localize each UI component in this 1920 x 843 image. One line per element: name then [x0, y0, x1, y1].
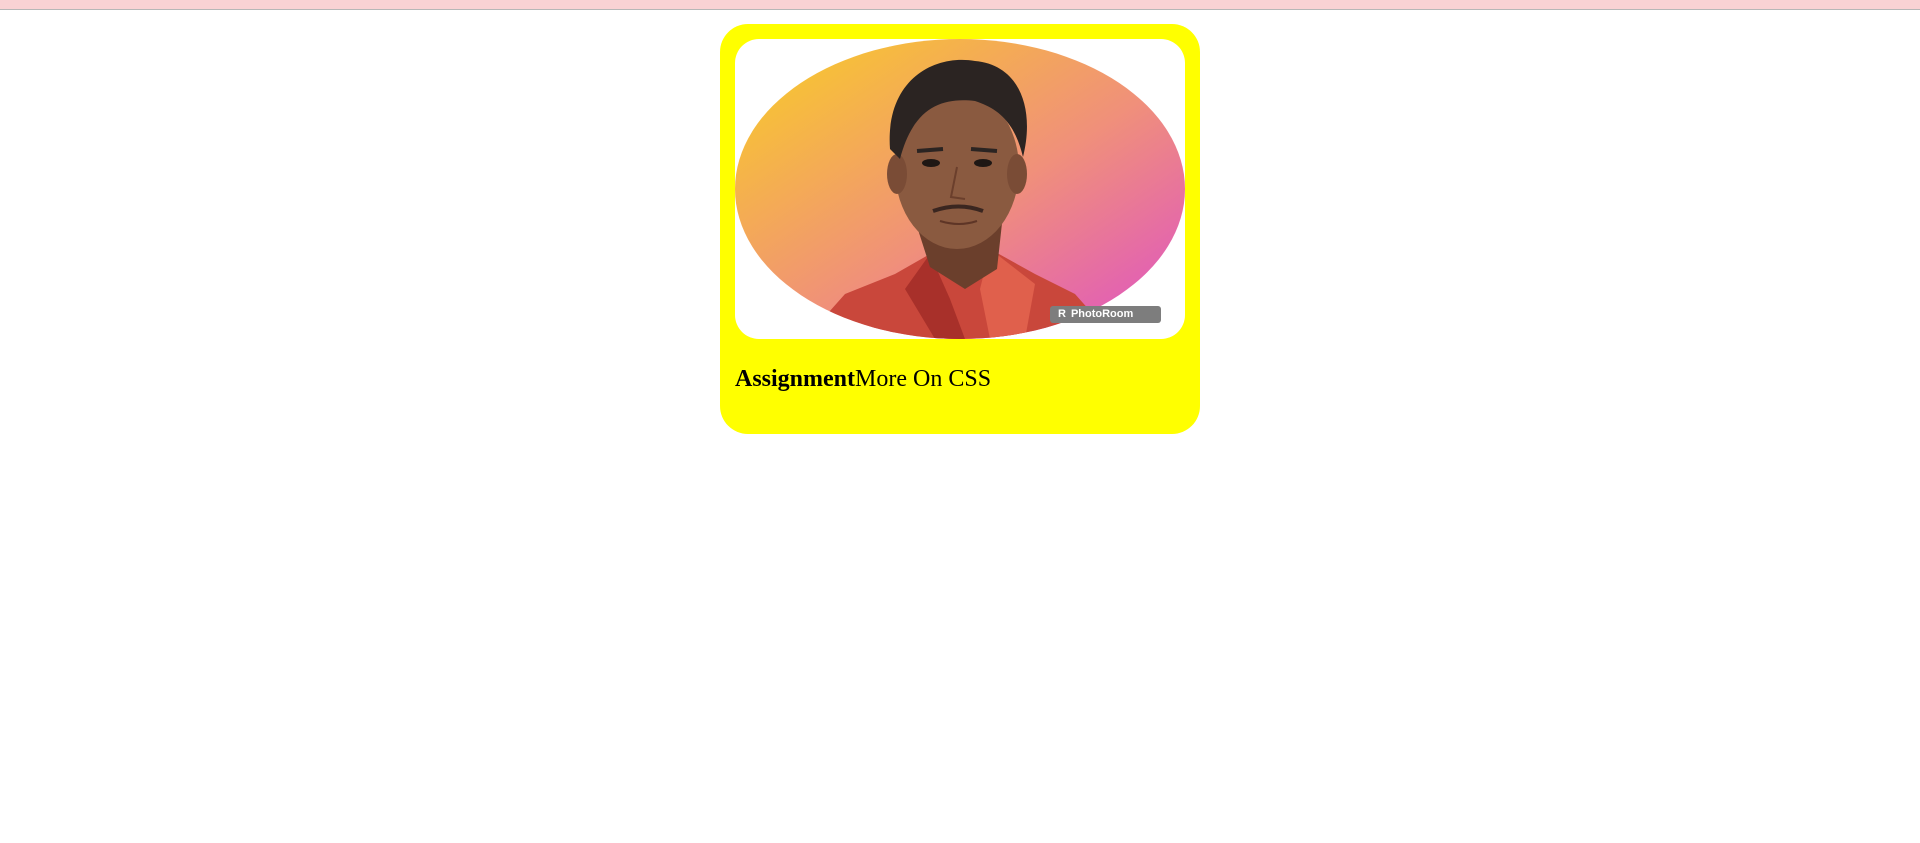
top-strip: [0, 0, 1920, 10]
photoroom-logo-icon: R: [1058, 308, 1066, 320]
caption-bold-text: Assignment: [735, 366, 856, 392]
watermark-text: PhotoRoom: [1070, 308, 1134, 320]
profile-photo-frame: R PhotoRoom: [735, 39, 1185, 339]
profile-photo: [735, 39, 1185, 339]
profile-card: R PhotoRoom AssignmentMore On CSS: [720, 24, 1200, 434]
photoroom-watermark: R PhotoRoom: [1050, 306, 1161, 323]
caption-text: More On CSS: [855, 366, 992, 392]
card-caption: AssignmentMore On CSS: [735, 367, 991, 391]
